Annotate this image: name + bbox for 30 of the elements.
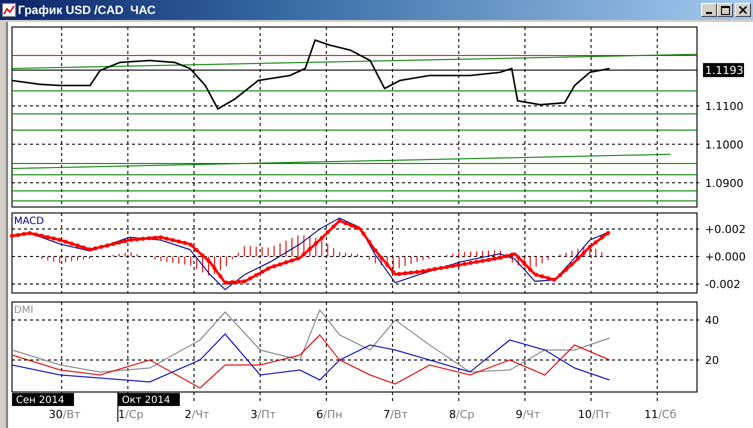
axis-label: 40 (705, 314, 719, 327)
axis-label: 10/Пт (578, 408, 610, 421)
chart-icon (2, 3, 16, 17)
close-icon (739, 6, 747, 14)
axis-label: 30/Вт (48, 408, 80, 421)
chart-title: DMI (14, 305, 34, 316)
axis-label: 7/Вт (383, 408, 408, 421)
price-tag: 1.1193 (703, 63, 744, 78)
axis-label: 1.0900 (705, 176, 744, 190)
axis-label: 1.1100 (705, 100, 744, 113)
axis-label: 8/Ср (449, 408, 474, 421)
period-label: Сен 2014 (12, 393, 74, 406)
axis-label: 1/Ср (118, 408, 144, 421)
maximize-icon (720, 6, 730, 14)
axis-label: +0.002 (705, 222, 746, 236)
axis-label: 6/Пн (316, 408, 342, 421)
minimize-button[interactable] (701, 3, 717, 17)
axis-label: 20 (705, 354, 719, 367)
axis-label: 3/Пт (250, 408, 276, 421)
axis-label: 1.1000 (705, 138, 744, 152)
axis-label: -0.002 (705, 278, 740, 292)
axis-label: 2/Чт (184, 408, 210, 421)
axis-label: +0.000 (705, 250, 746, 264)
chart-title: MACD (14, 216, 44, 227)
close-button[interactable] (735, 3, 751, 17)
axis-label: 9/Чт (516, 408, 540, 421)
window-title: График USD /CAD ЧАС (18, 3, 157, 17)
axis-label: 11/Сб (644, 408, 676, 421)
maximize-button[interactable] (717, 3, 733, 17)
period-label: Окт 2014 (118, 393, 180, 406)
